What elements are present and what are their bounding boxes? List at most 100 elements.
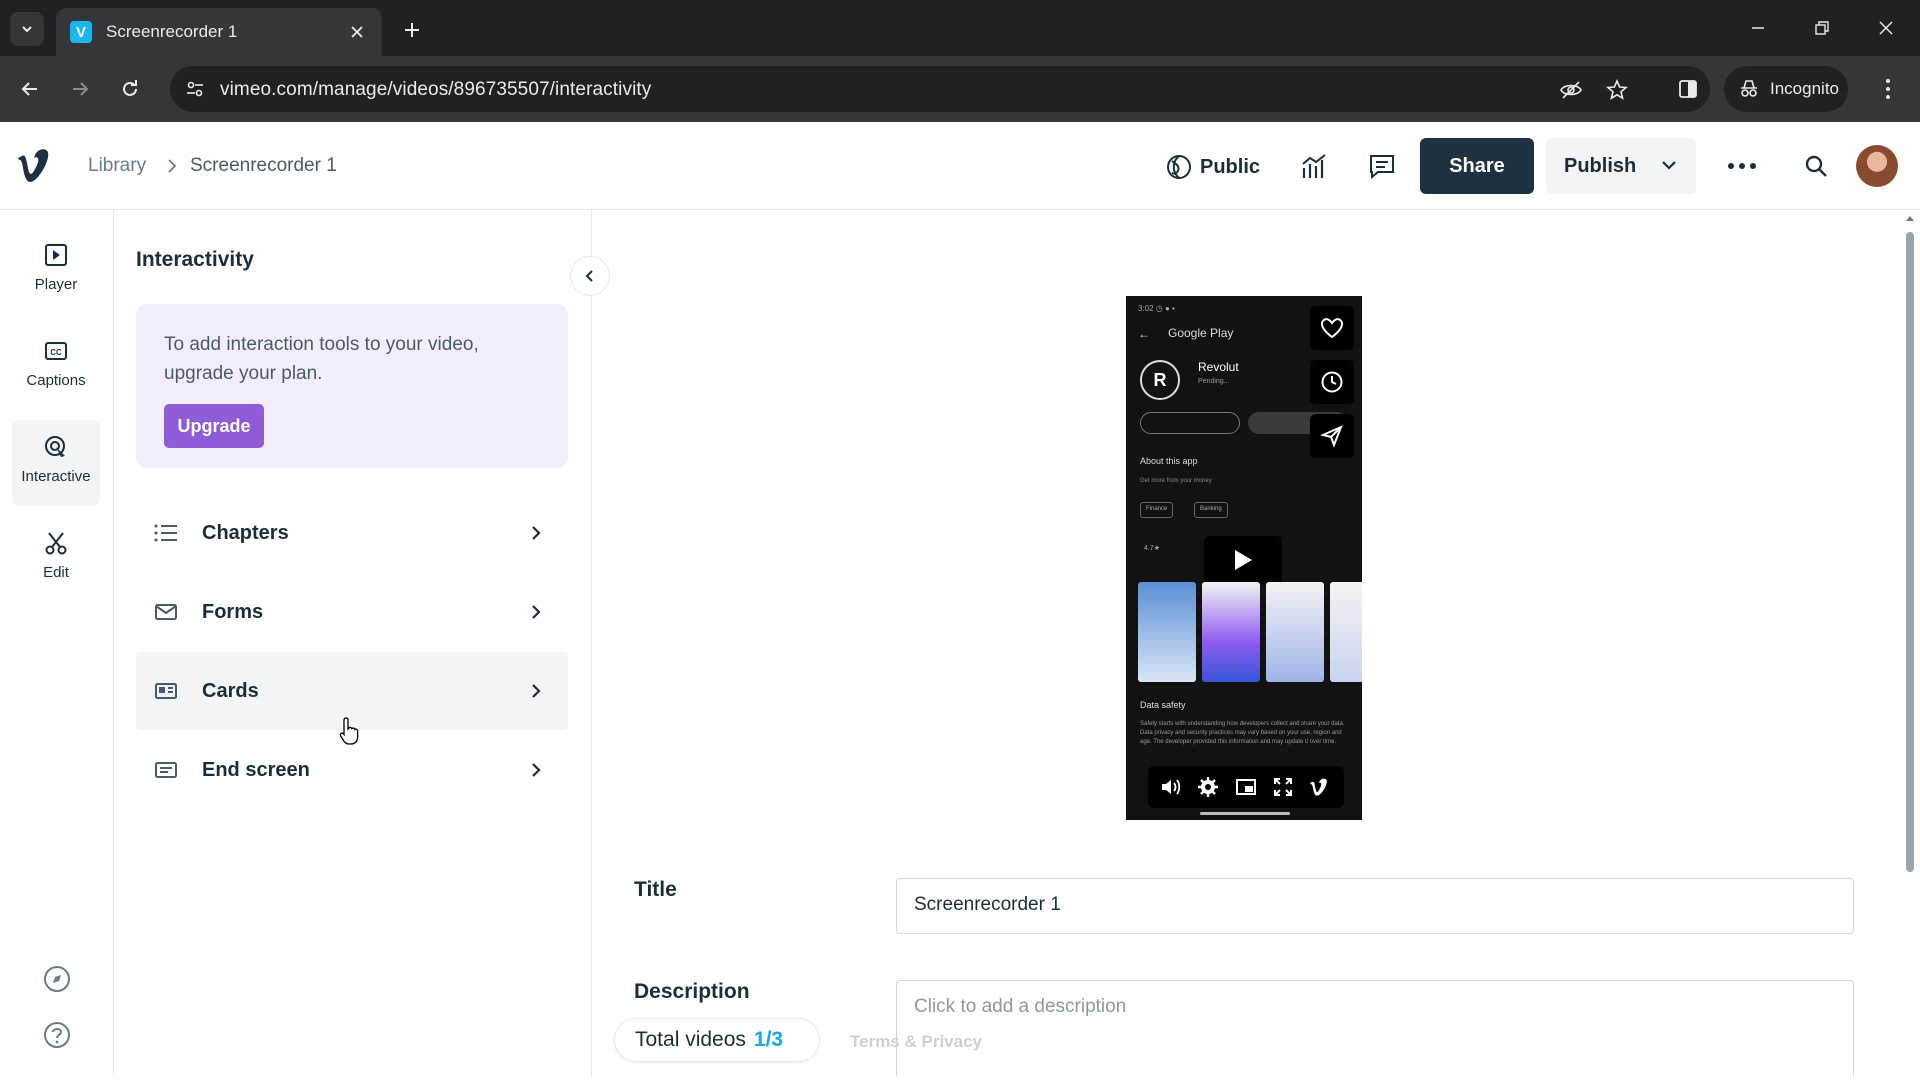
chevron-down-icon: [1662, 161, 1676, 170]
rail-label-captions: Captions: [26, 372, 86, 389]
rail-label-interactive: Interactive: [21, 468, 91, 485]
arrow-left-icon: [21, 82, 37, 96]
vimeo-logo-icon[interactable]: [1308, 777, 1332, 797]
publish-button[interactable]: Publish: [1546, 138, 1696, 194]
video-progress-bar[interactable]: [1200, 812, 1290, 815]
side-panel-icon: [1679, 80, 1697, 98]
video-stats: 4.7★: [1144, 545, 1161, 552]
rail-item-captions[interactable]: CC Captions: [12, 324, 100, 410]
menu-label-end-screen: End screen: [202, 758, 310, 781]
browser-tab[interactable]: V Screenrecorder 1: [56, 8, 382, 56]
volume-icon[interactable]: [1160, 777, 1182, 797]
new-tab-button[interactable]: [396, 14, 428, 46]
privacy-button[interactable]: Public: [1166, 152, 1260, 182]
breadcrumb-library[interactable]: Library: [88, 155, 146, 177]
explore-button[interactable]: [40, 962, 74, 996]
browser-menu-button[interactable]: [1872, 73, 1904, 105]
fullscreen-icon[interactable]: [1273, 777, 1293, 797]
side-panel-button[interactable]: [1672, 73, 1704, 105]
upgrade-message: To add interaction tools to your video, …: [164, 334, 479, 384]
scroll-up-arrow-icon[interactable]: [1905, 214, 1915, 222]
help-icon: [44, 1022, 70, 1048]
close-icon: [1879, 21, 1893, 35]
hand-cursor-icon: [339, 717, 359, 745]
globe-icon: [1167, 155, 1191, 179]
clock-icon: [1321, 371, 1343, 393]
total-videos-label: Total videos: [635, 1028, 746, 1051]
mail-icon: [155, 604, 177, 620]
menu-item-forms[interactable]: Forms: [136, 573, 568, 651]
help-button[interactable]: [40, 1018, 74, 1052]
video-player[interactable]: 3:02 ◷ ● ▪ ← Google Play R Revolut Pendi…: [1126, 296, 1362, 820]
window-close-button[interactable]: [1866, 12, 1906, 44]
settings-icon[interactable]: [1197, 776, 1219, 798]
url-text: vimeo.com/manage/videos/896735507/intera…: [220, 79, 652, 100]
more-vertical-icon: [1886, 79, 1890, 99]
share-video-button[interactable]: [1310, 414, 1354, 458]
user-avatar[interactable]: [1856, 145, 1898, 187]
back-button[interactable]: [14, 73, 46, 105]
video-screenshot-thumb: [1138, 582, 1196, 682]
bookmark-button[interactable]: [1604, 77, 1630, 103]
page-scrollbar[interactable]: [1900, 210, 1920, 1076]
watch-later-button[interactable]: [1310, 360, 1354, 404]
collapse-panel-button[interactable]: [570, 256, 610, 296]
incognito-label: Incognito: [1770, 79, 1839, 98]
description-input[interactable]: Click to add a description: [896, 980, 1854, 1076]
tracking-protection-button[interactable]: [1558, 77, 1584, 103]
pip-icon[interactable]: [1235, 777, 1257, 797]
rail-item-interactive[interactable]: Interactive: [12, 420, 100, 506]
scrollbar-thumb[interactable]: [1906, 232, 1914, 872]
analytics-button[interactable]: [1298, 150, 1330, 182]
video-about-sub: Get more from your money: [1140, 478, 1212, 484]
rail-item-player[interactable]: Player: [12, 228, 100, 314]
cursor-click-icon: [45, 436, 65, 457]
comment-icon: [1370, 155, 1394, 180]
upgrade-notice: To add interaction tools to your video, …: [136, 304, 568, 468]
reload-button[interactable]: [114, 73, 146, 105]
end-screen-icon: [155, 762, 177, 778]
chevron-right-icon: [532, 605, 541, 619]
restore-button[interactable]: [1802, 12, 1842, 44]
forward-button[interactable]: [64, 73, 96, 105]
rail-item-edit[interactable]: Edit: [12, 516, 100, 602]
chevron-right-icon: [532, 526, 541, 540]
browser-tab-strip: V Screenrecorder 1: [0, 0, 1920, 56]
tab-close-button[interactable]: [346, 21, 368, 43]
chevron-right-icon: [168, 159, 177, 173]
video-screenshot-thumb: [1266, 582, 1324, 682]
chevron-down-icon: [22, 26, 32, 33]
close-icon: [351, 26, 363, 38]
title-input[interactable]: Screenrecorder 1: [896, 878, 1854, 934]
main-content: 3:02 ◷ ● ▪ ← Google Play R Revolut Pendi…: [592, 210, 1902, 1076]
site-settings-icon[interactable]: [184, 78, 206, 100]
terms-link[interactable]: Terms & Privacy: [850, 1032, 982, 1052]
share-button[interactable]: Share: [1420, 138, 1534, 194]
play-button[interactable]: [1204, 536, 1282, 584]
menu-item-chapters[interactable]: Chapters: [136, 494, 568, 572]
eye-off-icon: [1560, 81, 1582, 99]
video-app-status: Pending...: [1198, 378, 1230, 385]
left-nav-rail: Player CC Captions Interactive Edit: [0, 210, 114, 1076]
title-label: Title: [634, 878, 677, 901]
more-options-button[interactable]: [1726, 150, 1758, 182]
like-button[interactable]: [1310, 306, 1354, 350]
minimize-button[interactable]: [1738, 12, 1778, 44]
vimeo-logo-icon[interactable]: [14, 144, 58, 188]
address-bar[interactable]: vimeo.com/manage/videos/896735507/intera…: [170, 66, 1710, 112]
rail-label-player: Player: [34, 276, 78, 293]
incognito-indicator[interactable]: Incognito: [1724, 66, 1848, 112]
panel-title: Interactivity: [136, 248, 254, 271]
video-back-arrow: ←: [1138, 327, 1150, 341]
total-videos-badge[interactable]: Total videos 1/3: [614, 1018, 820, 1062]
upgrade-button[interactable]: Upgrade: [164, 404, 264, 448]
tab-search-button[interactable]: [10, 12, 44, 46]
video-app-icon: R: [1140, 360, 1180, 400]
menu-label-chapters: Chapters: [202, 521, 289, 544]
analytics-icon: [1302, 154, 1326, 178]
scissors-icon: [45, 532, 67, 555]
search-button[interactable]: [1800, 150, 1832, 182]
video-data-safety-label: Data safety: [1140, 700, 1186, 710]
vimeo-favicon-icon: V: [70, 21, 92, 43]
comments-button[interactable]: [1366, 150, 1398, 182]
